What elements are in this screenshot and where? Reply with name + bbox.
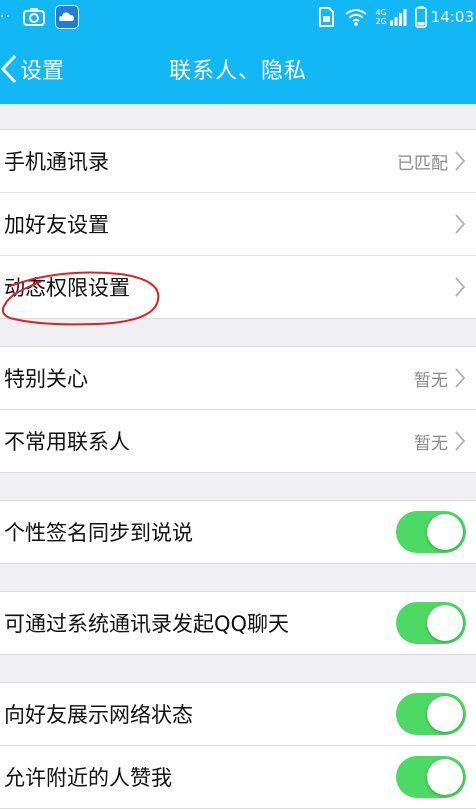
show-network-status-toggle[interactable] bbox=[396, 693, 466, 735]
qq-chat-via-contacts-toggle[interactable] bbox=[396, 602, 466, 644]
status-bar: ·· 4G 2G 14:03 bbox=[0, 0, 476, 34]
row-label: 加好友设置 bbox=[4, 213, 109, 237]
sim-icon bbox=[319, 7, 335, 27]
row-label: 不常用联系人 bbox=[4, 430, 130, 454]
row-label: 动态权限设置 bbox=[4, 276, 130, 300]
sync-signature-toggle[interactable] bbox=[396, 511, 466, 553]
app-icon bbox=[54, 5, 79, 29]
group-system-contacts: 可通过系统通讯录发起QQ聊天 bbox=[0, 591, 476, 655]
toggle-knob bbox=[427, 605, 463, 641]
row-feed-permission-settings[interactable]: 动态权限设置 bbox=[0, 256, 476, 318]
network-bottom: 2G bbox=[375, 17, 387, 26]
group-contacts: 手机通讯录 已匹配 加好友设置 动态权限设置 bbox=[0, 129, 476, 319]
battery-icon bbox=[414, 6, 427, 28]
chevron-right-icon bbox=[455, 151, 466, 171]
status-left: ·· bbox=[0, 5, 79, 29]
row-special-care[interactable]: 特别关心 暂无 bbox=[0, 347, 476, 410]
row-allow-nearby-likes: 允许附近的人赞我 bbox=[0, 746, 476, 808]
toggle-knob bbox=[427, 696, 463, 732]
chevron-left-icon bbox=[0, 54, 17, 84]
row-label: 向好友展示网络状态 bbox=[4, 703, 193, 727]
row-label: 可通过系统通讯录发起QQ聊天 bbox=[4, 612, 290, 636]
cloud-icon bbox=[58, 12, 74, 21]
group-special: 特别关心 暂无 不常用联系人 暂无 bbox=[0, 346, 476, 473]
row-label: 个性签名同步到说说 bbox=[4, 521, 193, 545]
row-sync-signature: 个性签名同步到说说 bbox=[0, 501, 476, 563]
chevron-right-icon bbox=[455, 214, 466, 234]
back-label: 设置 bbox=[20, 59, 65, 84]
row-phone-contacts[interactable]: 手机通讯录 已匹配 bbox=[0, 130, 476, 193]
row-add-friend-settings[interactable]: 加好友设置 bbox=[0, 193, 476, 256]
signal-icon: 4G 2G bbox=[375, 8, 407, 26]
back-button[interactable]: 设置 bbox=[0, 34, 64, 104]
row-label: 特别关心 bbox=[4, 367, 88, 391]
page-title: 联系人、隐私 bbox=[168, 59, 307, 84]
row-label: 手机通讯录 bbox=[4, 150, 109, 174]
chevron-right-icon bbox=[455, 368, 466, 388]
group-signature: 个性签名同步到说说 bbox=[0, 500, 476, 564]
toggle-knob bbox=[427, 514, 463, 550]
allow-nearby-likes-toggle[interactable] bbox=[396, 756, 466, 798]
row-show-network-status: 向好友展示网络状态 bbox=[0, 683, 476, 746]
row-label: 允许附近的人赞我 bbox=[4, 766, 172, 790]
clock: 14:03 bbox=[430, 8, 474, 26]
status-right: 4G 2G 14:03 bbox=[309, 6, 476, 28]
network-top: 4G bbox=[375, 8, 387, 17]
notification-dots: ·· bbox=[0, 9, 11, 25]
row-value: 已匹配 bbox=[397, 153, 448, 174]
row-value: 暂无 bbox=[414, 433, 448, 454]
wifi-icon bbox=[345, 9, 368, 26]
chevron-right-icon bbox=[455, 431, 466, 451]
group-visibility: 向好友展示网络状态 允许附近的人赞我 bbox=[0, 682, 476, 809]
toggle-knob bbox=[427, 759, 463, 795]
nav-bar: 联系人、隐私 设置 bbox=[0, 34, 476, 104]
row-value: 暂无 bbox=[414, 370, 448, 391]
row-infrequent-contacts[interactable]: 不常用联系人 暂无 bbox=[0, 410, 476, 472]
row-qq-chat-via-contacts: 可通过系统通讯录发起QQ聊天 bbox=[0, 592, 476, 654]
chevron-right-icon bbox=[455, 277, 466, 297]
camera-icon bbox=[22, 8, 45, 26]
signal-bars-icon bbox=[389, 9, 407, 26]
